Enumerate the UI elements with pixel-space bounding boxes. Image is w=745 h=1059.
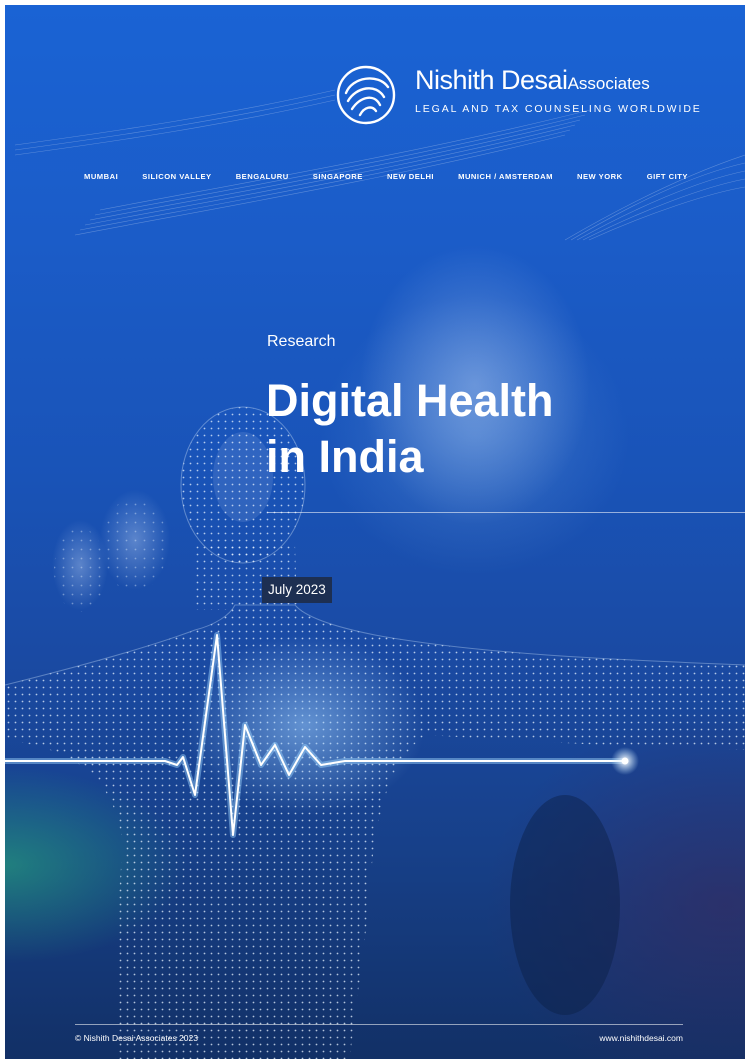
brand-name[interactable]: Nishith DesaiAssociates <box>415 65 650 96</box>
title-line-2: in India <box>266 431 424 482</box>
brand-name-main: Nishith Desai <box>415 65 568 95</box>
website-link[interactable]: www.nishithdesai.com <box>599 1033 683 1043</box>
office-bengaluru: BENGALURU <box>235 172 289 181</box>
office-new-delhi: NEW DELHI <box>386 172 435 181</box>
report-cover: Nishith DesaiAssociates LEGAL AND TAX CO… <box>5 5 745 1059</box>
office-munich-amsterdam: MUNICH / AMSTERDAM <box>458 172 553 181</box>
swirl-logo-icon[interactable] <box>334 63 398 127</box>
copyright-notice: © Nishith Desai Associates 2023 <box>75 1033 198 1043</box>
title-line-1: Digital Health <box>266 375 554 426</box>
footer-divider <box>75 1024 683 1025</box>
brand-name-suffix: Associates <box>567 74 650 93</box>
office-new-york: NEW YORK <box>576 172 623 181</box>
publication-date: July 2023 <box>262 577 332 603</box>
office-mumbai: MUMBAI <box>84 172 119 181</box>
office-gift-city: GIFT CITY <box>646 172 688 181</box>
title-divider <box>267 512 745 513</box>
brand-tagline: LEGAL AND TAX COUNSELING WORLDWIDE <box>415 103 702 115</box>
wireframe-human-heartbeat-illustration <box>5 89 745 1059</box>
document-category: Research <box>267 333 336 350</box>
office-singapore: SINGAPORE <box>312 172 363 181</box>
office-silicon-valley: SILICON VALLEY <box>142 172 212 181</box>
office-locations: MUMBAI SILICON VALLEY BENGALURU SINGAPOR… <box>84 172 688 181</box>
document-title: Digital Health in India <box>266 373 706 485</box>
